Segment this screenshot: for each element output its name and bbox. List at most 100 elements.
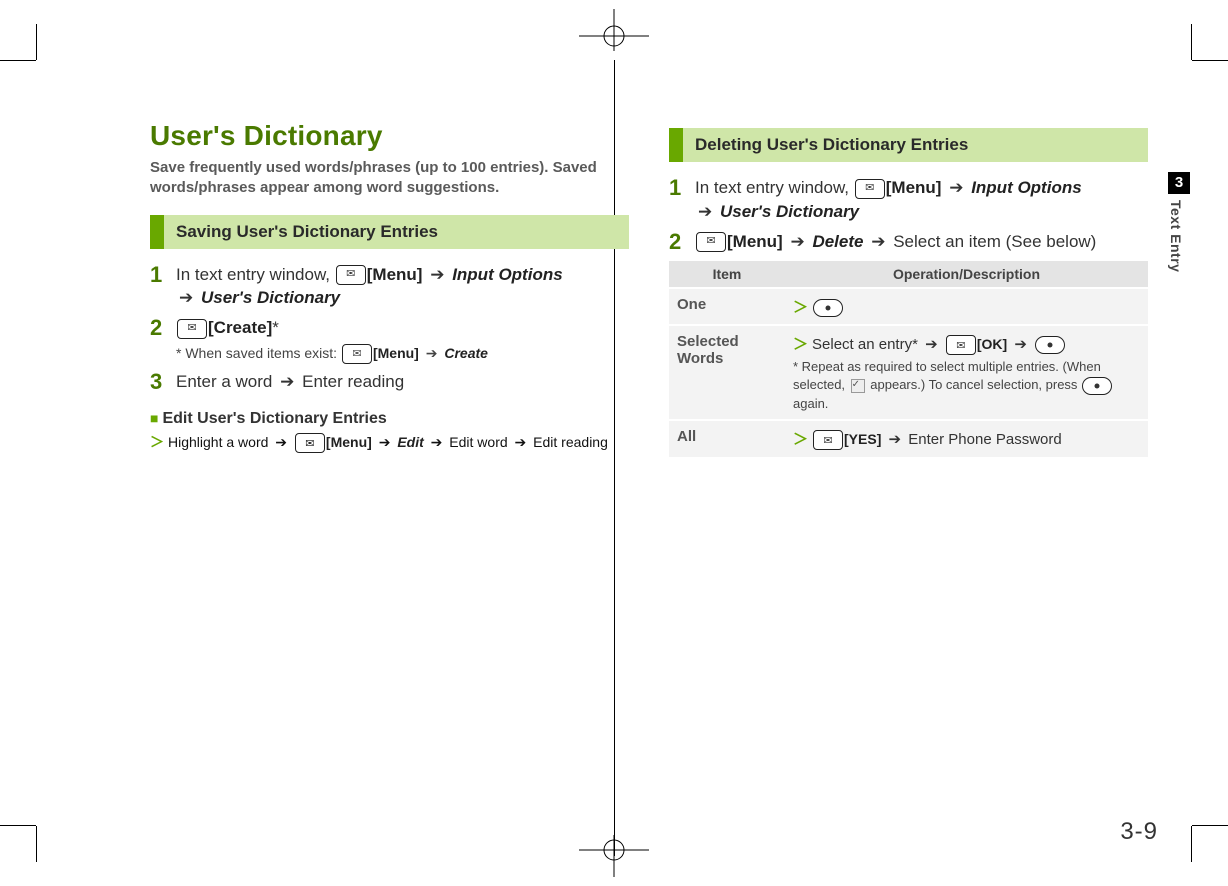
section-heading-saving: Saving User's Dictionary Entries	[150, 215, 629, 249]
left-column: User's Dictionary Save frequently used w…	[150, 120, 629, 846]
crop-mark	[1191, 826, 1192, 862]
mail-key-icon: ✉	[946, 335, 976, 355]
step-2: 2 ✉[Create]* * When saved items exist: ✉…	[150, 316, 629, 364]
menu-item: Delete	[812, 232, 863, 251]
crop-mark	[1191, 24, 1192, 60]
menu-item: Input Options	[452, 265, 562, 284]
crop-mark	[36, 24, 37, 60]
table-header-op: Operation/Description	[785, 261, 1148, 288]
right-column: Deleting User's Dictionary Entries 1 In …	[669, 120, 1148, 846]
table-header-item: Item	[669, 261, 785, 288]
step-number: 3	[150, 371, 176, 393]
arrow-icon: ➔	[1011, 335, 1030, 353]
edit-text: Highlight a word	[168, 434, 268, 450]
key-label: [Menu]	[886, 178, 942, 197]
key-label: [Menu]	[367, 265, 423, 284]
key-label: [Menu]	[373, 345, 419, 361]
row-footnote: * Repeat as required to select multiple …	[793, 358, 1140, 412]
chapter-label: Text Entry	[1168, 194, 1184, 272]
subsection-edit: ■Edit User's Dictionary Entries	[150, 410, 629, 428]
step-text: In text entry window,	[176, 265, 335, 284]
registration-mark-top	[579, 9, 649, 51]
chevron-icon: ＞	[793, 299, 812, 316]
step-body: Enter a word ➔ Enter reading	[176, 370, 629, 394]
op-text: Select an entry*	[812, 336, 918, 353]
step-number: 2	[669, 231, 695, 253]
arrow-icon: ➔	[695, 200, 715, 224]
section-bar	[669, 128, 683, 162]
square-bullet-icon: ■	[150, 410, 162, 426]
arrow-icon: ➔	[272, 434, 290, 451]
chapter-number: 3	[1168, 172, 1190, 194]
lead-paragraph: Save frequently used words/phrases (up t…	[150, 158, 629, 199]
footnote: * When saved items exist: ✉[Menu] ➔ Crea…	[176, 344, 629, 364]
menu-item: Input Options	[971, 178, 1081, 197]
side-tab: 3 Text Entry	[1168, 172, 1190, 294]
mail-key-icon: ✉	[177, 319, 207, 339]
arrow-icon: ➔	[376, 434, 394, 451]
arrow-icon: ➔	[922, 335, 941, 353]
center-key-icon	[1082, 377, 1112, 395]
mail-key-icon: ✉	[342, 344, 372, 364]
arrow-icon: ➔	[176, 286, 196, 310]
center-key-icon	[813, 299, 843, 317]
arrow-icon: ➔	[423, 344, 441, 363]
row-item: Selected Words	[669, 325, 785, 420]
chevron-icon: ＞	[150, 434, 168, 450]
edit-procedure: ＞Highlight a word ➔ ✉[Menu] ➔ Edit ➔ Edi…	[150, 432, 629, 453]
crop-mark	[36, 826, 37, 862]
arrow-icon: ➔	[277, 370, 297, 394]
step-3: 3 Enter a word ➔ Enter reading	[150, 370, 629, 394]
table-row: Selected Words ＞Select an entry* ➔ ✉[OK]…	[669, 325, 1148, 420]
section-bar	[150, 215, 164, 249]
step-text: In text entry window,	[695, 178, 854, 197]
crop-mark	[0, 825, 36, 826]
key-label: [Create]	[208, 318, 272, 337]
table-row: One ＞	[669, 288, 1148, 325]
page-title: User's Dictionary	[150, 120, 629, 152]
content-area: User's Dictionary Save frequently used w…	[150, 120, 1148, 846]
footnote-text: * When saved items exist:	[176, 345, 341, 361]
footnote-text: appears.) To cancel selection, press	[870, 377, 1081, 392]
section-title: Saving User's Dictionary Entries	[164, 215, 629, 249]
edit-text: Edit word	[449, 434, 507, 450]
checkbox-icon	[851, 379, 865, 393]
row-item: All	[669, 420, 785, 457]
mail-key-icon: ✉	[813, 430, 843, 450]
table-row: All ＞✉[YES] ➔ Enter Phone Password	[669, 420, 1148, 457]
menu-item: User's Dictionary	[720, 202, 859, 221]
menu-item: User's Dictionary	[201, 288, 340, 307]
arrow-icon: ➔	[787, 230, 807, 254]
menu-item: Edit	[397, 434, 423, 450]
key-label: [OK]	[977, 336, 1007, 352]
chevron-icon: ＞	[793, 336, 812, 353]
step-text: Enter a word	[176, 372, 272, 391]
step-body: In text entry window, ✉[Menu] ➔ Input Op…	[695, 176, 1148, 224]
crop-mark	[0, 60, 36, 61]
crop-mark	[1192, 60, 1228, 61]
step-1: 1 In text entry window, ✉[Menu] ➔ Input …	[669, 176, 1148, 224]
step-text: Enter reading	[302, 372, 404, 391]
row-op: ＞	[785, 288, 1148, 325]
row-op: ＞✉[YES] ➔ Enter Phone Password	[785, 420, 1148, 457]
arrow-icon: ➔	[427, 263, 447, 287]
mail-key-icon: ✉	[696, 232, 726, 252]
step-number: 2	[150, 317, 176, 339]
delete-table: Item Operation/Description One ＞ Selecte…	[669, 261, 1148, 457]
key-label: [YES]	[844, 431, 881, 447]
menu-item: Create	[444, 345, 488, 361]
arrow-icon: ➔	[886, 430, 905, 448]
subsection-title: Edit User's Dictionary Entries	[162, 410, 386, 427]
arrow-icon: ➔	[512, 434, 530, 451]
asterisk: *	[272, 318, 279, 337]
step-1: 1 In text entry window, ✉[Menu] ➔ Input …	[150, 263, 629, 311]
edit-text: Edit reading	[533, 434, 608, 450]
row-item: One	[669, 288, 785, 325]
section-title: Deleting User's Dictionary Entries	[683, 128, 1148, 162]
step-body: In text entry window, ✉[Menu] ➔ Input Op…	[176, 263, 629, 311]
key-label: [Menu]	[326, 434, 372, 450]
arrow-icon: ➔	[428, 434, 446, 451]
row-op: ＞Select an entry* ➔ ✉[OK] ➔ * Repeat as …	[785, 325, 1148, 420]
page-number: 3-9	[1120, 818, 1158, 846]
step-number: 1	[150, 264, 176, 286]
